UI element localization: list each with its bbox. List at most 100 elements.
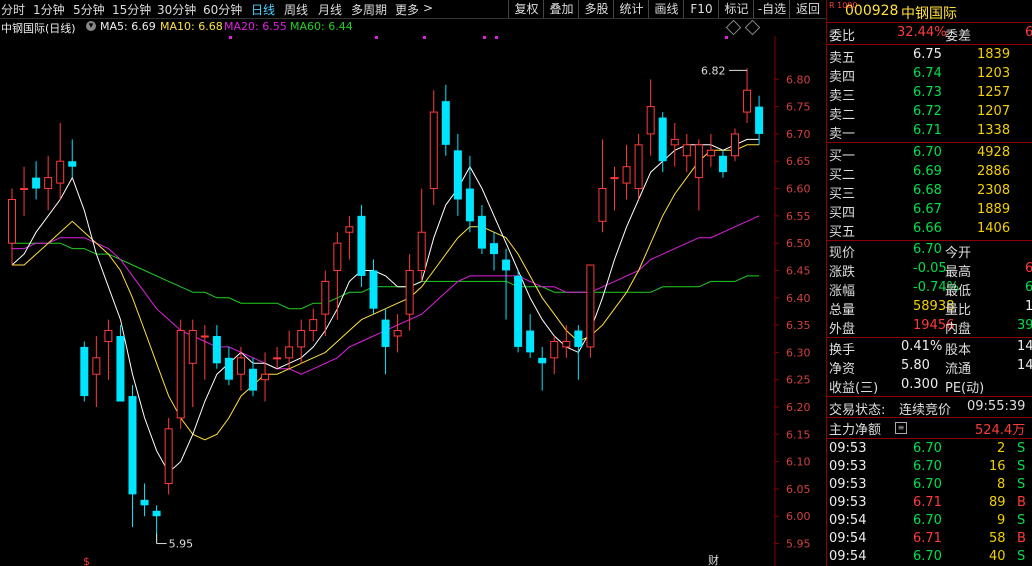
candle-body: [622, 166, 631, 184]
up-candle: [20, 166, 29, 216]
back-button[interactable]: 返回: [789, 0, 826, 18]
weibi-value: 32.44%: [897, 25, 947, 40]
tick-volume: 2: [997, 441, 1006, 456]
stat-row: 现价 6.70 今开: [827, 241, 1032, 261]
bid-volume: 1889: [977, 202, 1011, 217]
bid-volume: 4928: [977, 145, 1011, 160]
stat-value: 6: [1025, 280, 1032, 295]
settings-dropdown-icon[interactable]: ▾: [86, 21, 96, 31]
badge-r-icon: R 1000: [829, 1, 858, 10]
stat-label: 量比: [945, 303, 972, 318]
candle-body: [104, 330, 113, 342]
timeframe-1min[interactable]: 1分钟: [33, 1, 65, 18]
timeframe-60min[interactable]: 60分钟: [203, 1, 242, 18]
candle-body: [514, 275, 523, 347]
candle-body: [562, 340, 571, 348]
timeframe-more[interactable]: 更多: [395, 1, 419, 18]
diamond-icon-2[interactable]: [744, 19, 761, 36]
up-candle: [44, 155, 53, 211]
stat-label: 涨跌: [829, 265, 856, 280]
down-candle: [441, 84, 450, 156]
ma10-label: MA10: 6.68: [160, 20, 223, 33]
tick-time: 09:53: [829, 495, 867, 510]
up-candle: [309, 308, 318, 342]
timeframe-30min[interactable]: 30分钟: [157, 1, 196, 18]
timeframe-monthly[interactable]: 月线: [318, 1, 342, 18]
timeframe-fenshi[interactable]: 分时: [1, 1, 25, 18]
timeframe-5min[interactable]: 5分钟: [73, 1, 105, 18]
tick-row: 09:54 6.70 9 S: [827, 512, 1032, 531]
ask-price: 6.71: [913, 123, 942, 138]
tick-row: 09:53 6.70 2 S: [827, 440, 1032, 459]
stock-name[interactable]: 中钢国际: [901, 3, 957, 23]
timeframe-15min[interactable]: 15分钟: [112, 1, 151, 18]
low-label: 5.95: [169, 538, 194, 551]
up-candle: [92, 336, 101, 407]
diamond-icon[interactable]: [725, 19, 742, 36]
fund-value: 5.80: [901, 358, 930, 373]
ask-volume: 1207: [977, 104, 1011, 119]
tick-time: 09:54: [829, 531, 867, 546]
fund-row: 净资 5.80 流通 14: [827, 357, 1032, 377]
stat-label: 现价: [829, 246, 856, 261]
multi-stock-button[interactable]: 多股: [578, 0, 614, 18]
up-candle: [586, 264, 595, 358]
stock-code[interactable]: 000928: [845, 3, 898, 19]
candle-body: [8, 198, 16, 244]
bid-row: 买一 6.70 4928: [827, 144, 1032, 164]
bid-label: 买二: [829, 168, 856, 183]
bid-volume: 2886: [977, 164, 1011, 179]
candle-body: [706, 149, 715, 157]
candle-body: [731, 133, 739, 157]
bid-label: 买一: [829, 149, 856, 164]
main-net-value: 524.4万: [975, 423, 1026, 438]
up-candle: [345, 215, 354, 260]
list-icon[interactable]: ≡: [895, 422, 907, 434]
fund-label: 流通: [945, 362, 972, 377]
candle-body: [429, 111, 438, 190]
timeframe-weekly[interactable]: 周线: [284, 1, 308, 18]
down-candle: [718, 150, 727, 178]
down-candle: [80, 341, 89, 402]
overlay-button[interactable]: 叠加: [543, 0, 579, 18]
up-candle: [731, 128, 739, 162]
up-candle: [176, 319, 185, 429]
candle-body: [309, 319, 318, 332]
f10-button[interactable]: F10: [683, 0, 719, 18]
self-select-button[interactable]: -自选: [753, 0, 790, 18]
tick-price: 6.70: [913, 549, 942, 564]
timeframe-daily[interactable]: 日线: [251, 1, 275, 18]
candle-body: [405, 269, 414, 315]
fuquan-button[interactable]: 复权: [508, 0, 544, 18]
candle-body: [574, 330, 583, 347]
ask-label: 卖四: [829, 70, 856, 85]
candle-body: [285, 346, 294, 359]
candle-body: [92, 357, 101, 375]
timeframe-multi[interactable]: 多周期: [351, 1, 387, 18]
trade-status-time: 09:55:39: [967, 399, 1026, 414]
stat-label: 涨幅: [829, 284, 856, 299]
ask-volume: 1839: [977, 47, 1011, 62]
tick-side: S: [1017, 513, 1026, 528]
candle-body: [273, 357, 282, 360]
candle-body: [538, 357, 547, 364]
tick-side: S: [1017, 459, 1026, 474]
tick-time: 09:54: [829, 513, 867, 528]
down-candle: [526, 314, 535, 358]
more-chevron-icon[interactable]: >: [423, 1, 433, 15]
ask-price: 6.73: [913, 85, 942, 100]
bid-price: 6.68: [913, 183, 942, 198]
tick-time: 09:53: [829, 441, 867, 456]
candle-body: [56, 160, 65, 184]
y-tick-label: 6.00: [786, 510, 811, 523]
up-candle: [743, 68, 752, 123]
kline-chart[interactable]: 6.80 6.75 6.70 6.65 6.60 6.55 6.50 6.45 6.40 6.35…: [0, 36, 826, 566]
tick-time: 09:53: [829, 477, 867, 492]
draw-line-button[interactable]: 画线: [648, 0, 684, 18]
candle-body: [526, 330, 535, 353]
mark-button[interactable]: 标记: [718, 0, 754, 18]
down-candle: [574, 325, 583, 380]
down-candle: [755, 95, 764, 145]
tick-volume: 89: [989, 495, 1006, 510]
statistics-button[interactable]: 统计: [613, 0, 649, 18]
